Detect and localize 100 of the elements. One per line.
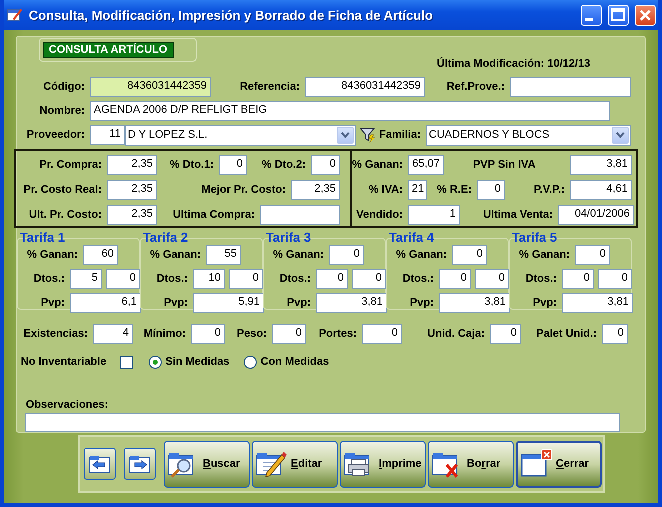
field-label: Ultima Compra:	[172, 209, 256, 222]
text-field[interactable]: AGENDA 2006 D/P REFLIGT BEIG	[90, 101, 610, 122]
delete-button[interactable]: Borrar	[428, 440, 514, 488]
checkbox-label: No Inventariable	[21, 356, 108, 368]
text-field[interactable]: 0	[352, 269, 386, 290]
text-field[interactable]: 0	[475, 269, 509, 290]
field-label: Dtos.:	[278, 273, 312, 286]
text-field[interactable]: 21	[408, 180, 427, 200]
group-title: Tarifa 3	[266, 230, 312, 246]
field-label: Ultima Venta:	[482, 209, 554, 222]
field-label: Nombre:	[38, 105, 86, 118]
dropdown[interactable]: D Y LOPEZ S.L.	[125, 124, 356, 146]
last-modified-label: Última Modificación: 10/12/13	[437, 58, 592, 72]
minimize-button[interactable]	[581, 4, 602, 26]
field-label: Existencias:	[22, 328, 89, 340]
close-button[interactable]: Cerrar	[516, 440, 602, 488]
close-button[interactable]	[635, 4, 656, 26]
field-label: Mejor Pr. Costo:	[200, 184, 287, 196]
previous-button[interactable]	[84, 448, 116, 480]
text-field[interactable]: 6,1	[70, 293, 141, 314]
notes-field[interactable]	[25, 413, 620, 432]
field-label: % IVA:	[368, 184, 404, 196]
field-label: P.V.P.:	[533, 184, 566, 196]
text-field[interactable]: 0	[191, 324, 225, 344]
text-field[interactable]: 0	[329, 245, 364, 266]
field-label: % Dto.2:	[261, 159, 307, 172]
field-label: Pvp:	[532, 297, 558, 310]
text-field[interactable]: 04/01/2006	[558, 205, 634, 226]
text-field[interactable]: 55	[206, 245, 241, 266]
field-label: Referencia:	[239, 81, 301, 94]
text-field[interactable]: 0	[229, 269, 263, 290]
text-field[interactable]: 0	[272, 324, 306, 344]
text-field[interactable]: 11	[90, 125, 125, 146]
edit-button[interactable]: Editar	[252, 440, 338, 488]
field-label: Dtos.:	[156, 273, 189, 286]
text-field[interactable]: 0	[562, 269, 594, 290]
field-label: Dtos.:	[32, 273, 66, 286]
text-field[interactable]: 0	[106, 269, 140, 290]
field-label: Vendido:	[356, 209, 404, 222]
text-field[interactable]: 0	[452, 245, 487, 266]
text-field[interactable]: 0	[362, 324, 402, 344]
text-field[interactable]	[510, 77, 631, 98]
text-field[interactable]: 65,07	[408, 155, 444, 176]
field-label: Observaciones:	[26, 398, 110, 412]
text-field[interactable]: 10	[193, 269, 225, 290]
field-label: % Dto.1:	[169, 159, 215, 172]
text-field[interactable]: 3,81	[439, 293, 510, 314]
field-label: Peso:	[236, 328, 268, 340]
field-label: Dtos.:	[524, 273, 558, 286]
text-field[interactable]: 3,81	[570, 155, 632, 176]
mode-badge: CONSULTA ARTÍCULO	[43, 42, 174, 58]
field-label: % Ganan:	[518, 249, 571, 262]
text-field[interactable]	[260, 205, 340, 226]
text-field[interactable]: 0	[316, 269, 348, 290]
text-field[interactable]: 2,35	[107, 180, 157, 200]
text-field[interactable]: 4,61	[570, 180, 632, 200]
text-field[interactable]: 0	[477, 180, 505, 200]
field-label: % Ganan:	[352, 159, 404, 172]
text-field[interactable]: 60	[83, 245, 118, 266]
text-field[interactable]: 5,91	[193, 293, 264, 314]
field-label: % Ganan:	[395, 249, 448, 262]
text-field[interactable]: 0	[602, 324, 628, 344]
next-button[interactable]	[124, 448, 156, 480]
field-label: Ult. Pr. Costo:	[28, 209, 103, 222]
field-label: % Ganan:	[149, 249, 202, 262]
text-field[interactable]: 4	[93, 324, 133, 344]
field-label: % Ganan:	[272, 249, 325, 262]
radio-option[interactable]: Sin Medidas	[148, 356, 230, 369]
radio-option[interactable]: Con Medidas	[244, 356, 330, 369]
field-label: % Ganan:	[26, 249, 79, 262]
field-label: Palet Unid.:	[535, 328, 598, 340]
print-button[interactable]: Imprime	[340, 440, 426, 488]
text-field[interactable]: 0	[219, 155, 247, 176]
field-label: Pr. Compra:	[38, 159, 103, 172]
field-label: Pvp:	[409, 297, 435, 310]
text-field[interactable]: 3,81	[316, 293, 387, 314]
maximize-button[interactable]	[608, 4, 629, 26]
checkbox[interactable]	[120, 356, 133, 369]
text-field[interactable]: 0	[311, 155, 340, 176]
pencil-icon	[255, 449, 289, 479]
window-title: Consulta, Modificación, Impresión y Borrado de Ficha de Artículo	[29, 8, 434, 22]
group-title: Tarifa 5	[512, 230, 558, 246]
maximize-icon	[609, 6, 628, 24]
text-field[interactable]: 5	[70, 269, 102, 290]
text-field[interactable]: 0	[439, 269, 471, 290]
text-field[interactable]: 0	[598, 269, 632, 290]
text-field[interactable]: 8436031442359	[90, 77, 211, 98]
field-label: Unid. Caja:	[426, 328, 486, 340]
text-field[interactable]: 8436031442359	[305, 77, 425, 98]
search-button[interactable]: Buscar	[164, 440, 250, 488]
text-field[interactable]: 3,81	[562, 293, 633, 314]
right-arrow-icon	[128, 453, 152, 475]
text-field[interactable]: 0	[490, 324, 521, 344]
filter-icon[interactable]	[360, 127, 376, 144]
text-field[interactable]: 1	[408, 205, 460, 226]
text-field[interactable]: 2,35	[107, 205, 157, 226]
text-field[interactable]: 0	[575, 245, 610, 266]
text-field[interactable]: 2,35	[291, 180, 340, 200]
dropdown[interactable]: CUADERNOS Y BLOCS	[426, 124, 631, 146]
text-field[interactable]: 2,35	[107, 155, 157, 176]
